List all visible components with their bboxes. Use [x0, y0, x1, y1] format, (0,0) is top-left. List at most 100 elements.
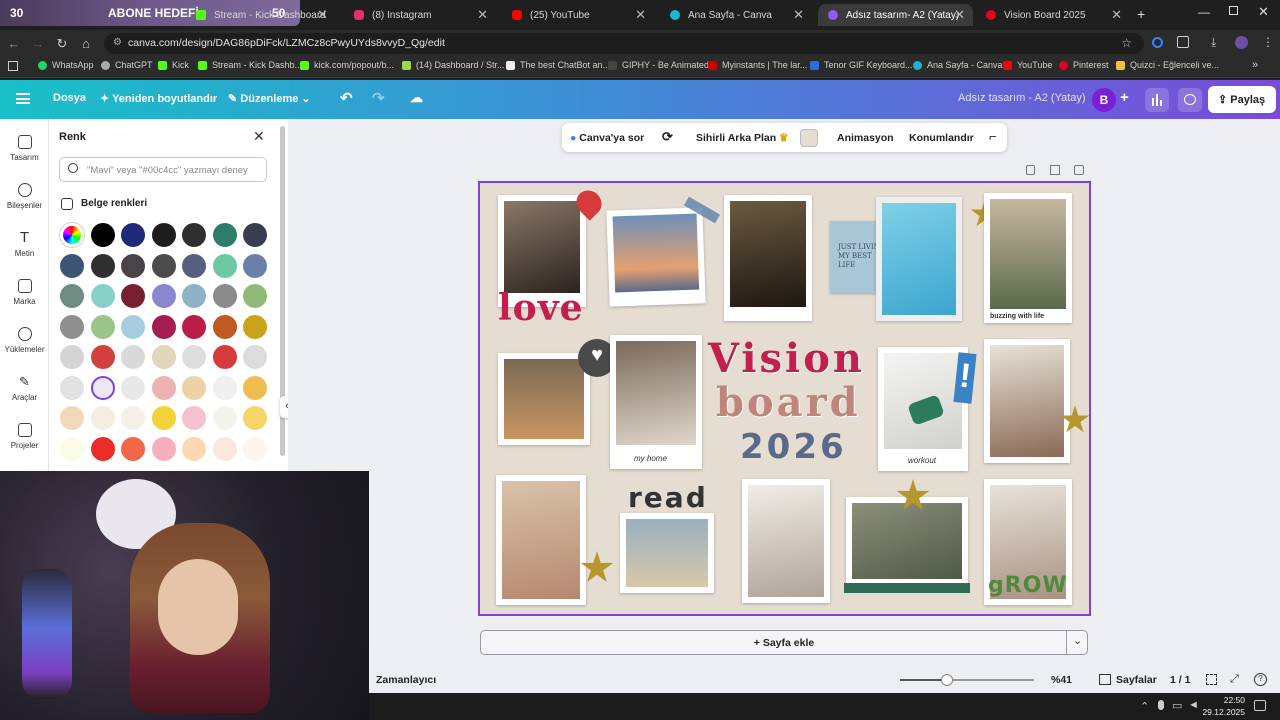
fullscreen-icon[interactable]: ⤢ [1230, 673, 1239, 686]
color-swatch[interactable] [182, 345, 206, 369]
color-swatch[interactable] [121, 223, 145, 247]
color-swatch[interactable] [182, 406, 206, 430]
color-swatch[interactable] [243, 436, 267, 461]
color-swatch[interactable] [151, 375, 176, 400]
color-swatch[interactable] [60, 314, 84, 339]
tab-pinterest[interactable]: Vision Board 2025 ✕ [976, 4, 1130, 26]
bookmark-item[interactable]: Tenor GIF Keyboard... [810, 60, 913, 70]
color-swatch[interactable] [60, 345, 84, 369]
insights-chart-icon[interactable] [1145, 88, 1169, 112]
bookmark-item[interactable]: Myinstants | The lar... [708, 60, 807, 70]
color-swatch[interactable] [90, 436, 115, 461]
url-input[interactable]: ⚙ canva.com/design/DAG86pDiFck/LZMCz8cPw… [104, 33, 1144, 54]
color-swatch[interactable] [182, 314, 206, 339]
close-icon[interactable]: ✕ [1111, 7, 1122, 23]
comment-icon[interactable] [1178, 88, 1202, 112]
bookmark-star-icon[interactable]: ☆ [1121, 36, 1132, 50]
exclamation-sticker[interactable]: ! [953, 352, 977, 404]
bookmark-item[interactable]: (14) Dashboard / Str... [402, 60, 505, 70]
add-page-icon[interactable] [1074, 165, 1084, 175]
rail-tools[interactable]: ✎ Araçlar [0, 375, 49, 403]
site-info-icon[interactable]: ⚙ [113, 37, 122, 48]
reading-book-photo[interactable] [620, 513, 714, 593]
help-icon[interactable]: ? [1254, 673, 1267, 686]
color-swatch[interactable] [121, 253, 145, 278]
close-icon[interactable]: ✕ [477, 7, 488, 23]
color-swatch[interactable] [121, 284, 145, 308]
edit-mode-button[interactable]: ✎ Düzenleme ⌄ [228, 92, 311, 105]
grow-word[interactable]: gROW [988, 573, 1068, 598]
rail-projects[interactable]: Projeler [0, 423, 49, 450]
color-swatch[interactable] [151, 345, 176, 369]
bookmark-item[interactable]: Ana Sayfa - Canva [913, 60, 1003, 70]
color-swatch[interactable] [90, 284, 115, 308]
color-swatch[interactable] [182, 436, 206, 461]
bookmark-item[interactable]: GIPHY - Be Animated [608, 60, 709, 70]
close-icon[interactable]: ✕ [954, 7, 965, 23]
magic-background-button[interactable]: Sihirli Arka Plan ♛ [696, 132, 788, 144]
bookmark-item[interactable]: Quizci - Eğlenceli ve... [1116, 60, 1219, 70]
tray-chevron-icon[interactable]: ⌃ [1140, 700, 1149, 713]
zoom-slider[interactable] [900, 674, 1034, 686]
color-swatch[interactable] [182, 223, 206, 247]
love-word[interactable]: love [498, 287, 584, 329]
rail-elements[interactable]: Bileşenler [0, 183, 49, 210]
clock-date[interactable]: 29.12.2025 [1197, 707, 1245, 717]
close-icon[interactable]: ✕ [793, 7, 804, 23]
redo-icon[interactable]: ↷ [372, 89, 385, 107]
cloud-save-icon[interactable]: ☁ [410, 90, 423, 106]
close-icon[interactable]: ✕ [253, 128, 265, 145]
clock-time[interactable]: 22:50 [1205, 695, 1245, 705]
dumbbell-photo[interactable]: workout [878, 347, 968, 471]
main-menu-icon[interactable] [16, 93, 30, 104]
microphone-icon[interactable] [1158, 700, 1164, 710]
tab-youtube[interactable]: (25) YouTube ✕ [502, 4, 654, 26]
position-button[interactable]: Konumlandır [909, 132, 974, 144]
download-icon[interactable]: ⤓ [1211, 35, 1216, 50]
rail-design[interactable]: Tasarım [0, 135, 49, 162]
color-search-input[interactable]: "Mavi" veya "#00c4cc" yazmayı deney [59, 157, 267, 182]
window-close-icon[interactable]: ✕ [1258, 4, 1269, 20]
zoom-slider-thumb[interactable] [940, 674, 953, 686]
color-swatch[interactable] [212, 436, 237, 461]
tab-canva-design[interactable]: Adsız tasarım- A2 (Yatay) ✕ [818, 4, 973, 26]
apps-grid-icon[interactable] [8, 61, 18, 71]
color-swatch[interactable] [60, 436, 84, 461]
chevron-down-icon[interactable]: ⌄ [1073, 634, 1082, 647]
replace-icon[interactable]: ⟳ [662, 129, 673, 145]
color-swatch[interactable] [60, 253, 84, 278]
color-swatch[interactable] [243, 284, 267, 308]
corgi-photo[interactable] [498, 353, 590, 445]
extensions-puzzle-icon[interactable] [1177, 36, 1189, 48]
color-swatch[interactable] [151, 284, 176, 308]
grid-view-icon[interactable] [1206, 674, 1217, 685]
bookmark-item[interactable]: ChatGPT [101, 60, 153, 70]
animation-button[interactable]: Animasyon [837, 132, 894, 144]
color-swatch[interactable] [90, 406, 115, 430]
color-swatch[interactable] [121, 314, 145, 339]
tab-instagram[interactable]: (8) Instagram ✕ [344, 4, 496, 26]
color-swatch[interactable] [90, 314, 115, 339]
back-icon[interactable]: ← [6, 36, 22, 51]
bedroom-photo[interactable]: my home [610, 335, 702, 469]
color-swatch[interactable] [60, 406, 84, 430]
color-swatch[interactable] [151, 314, 176, 339]
read-word[interactable]: read [628, 481, 708, 514]
reload-icon[interactable]: ↻ [54, 36, 70, 52]
yoga-photo[interactable] [984, 339, 1070, 463]
background-color-swatch[interactable] [800, 129, 818, 147]
color-swatch[interactable] [212, 345, 237, 369]
bookmark-item[interactable]: YouTube [1003, 60, 1052, 70]
forward-icon[interactable]: → [30, 36, 46, 51]
color-swatch[interactable] [212, 223, 237, 247]
tab-canva-home[interactable]: Ana Sayfa - Canva ✕ [660, 4, 812, 26]
pool-water-photo[interactable] [876, 197, 962, 321]
rail-brand[interactable]: Marka [0, 279, 49, 306]
color-swatch[interactable] [90, 223, 115, 247]
color-swatch[interactable] [212, 253, 237, 278]
color-swatch[interactable] [212, 314, 237, 339]
home-icon[interactable]: ⌂ [78, 36, 94, 51]
color-swatch[interactable] [121, 406, 145, 430]
vision-word[interactable]: Vision [708, 335, 865, 382]
pages-button[interactable]: Sayfalar [1116, 674, 1157, 686]
